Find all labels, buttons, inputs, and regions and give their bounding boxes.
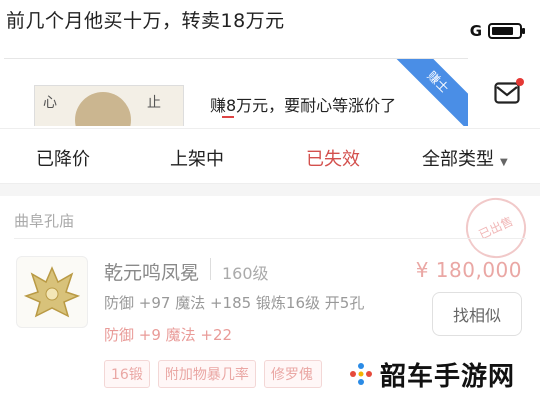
banner-earn-text: 赚8万元，要耐心等涨价了 xyxy=(210,96,397,115)
chevron-down-icon: ▼ xyxy=(500,157,508,168)
item-bonus: 防御 +9 魔法 +22 xyxy=(104,326,233,344)
crown-icon xyxy=(23,266,81,318)
tab-expired[interactable]: 已失效 xyxy=(306,145,360,171)
notification-dot xyxy=(516,78,524,86)
corner-ribbon: 赚士 xyxy=(386,59,468,126)
network-indicator: G xyxy=(469,22,482,40)
item-level: 160级 xyxy=(222,264,269,283)
tag: 修罗傀 xyxy=(263,360,322,388)
divider xyxy=(14,238,526,239)
headline: 前几个月他买十万，转卖18万元 xyxy=(6,10,285,32)
tab-bar: 已降价 上架中 已失效 全部类型 ▼ xyxy=(0,128,540,184)
thumb-char-right: 止 xyxy=(147,95,161,111)
item-image[interactable] xyxy=(16,256,88,328)
item-price: ¥ 180,000 xyxy=(415,258,522,282)
tab-on-shelf[interactable]: 上架中 xyxy=(170,145,224,171)
status-bar: G xyxy=(469,22,525,40)
item-stats: 防御 +97 魔法 +185 锻炼16级 开5孔 xyxy=(104,294,365,312)
earn-underline xyxy=(222,116,234,118)
tab-all-types[interactable]: 全部类型 ▼ xyxy=(422,145,508,171)
tab-price-reduced[interactable]: 已降价 xyxy=(36,145,90,171)
title-separator xyxy=(210,258,211,280)
mail-icon[interactable] xyxy=(494,78,524,104)
thumb-portrait xyxy=(75,92,131,126)
thumb-char-left: 心 xyxy=(43,95,57,111)
banner-thumbnail: 心 止 xyxy=(34,85,184,126)
tag: 附加物暴几率 xyxy=(157,360,256,388)
battery-icon xyxy=(488,23,525,39)
tag: 16锻 xyxy=(104,360,150,388)
shop-name: 曲阜孔庙 xyxy=(14,212,75,230)
watermark-logo-icon xyxy=(350,363,372,385)
find-similar-button[interactable]: 找相似 xyxy=(432,292,522,336)
watermark: 韶车手游网 xyxy=(334,346,540,402)
item-title: 乾元鸣凤冕 xyxy=(104,262,200,284)
tag-list: 16锻 附加物暴几率 修罗傀 xyxy=(104,360,322,388)
tab-all-types-label: 全部类型 xyxy=(422,149,494,170)
section-gap xyxy=(0,184,540,196)
sold-stamp: 已出售 xyxy=(456,188,536,268)
watermark-text: 韶车手游网 xyxy=(380,361,516,392)
